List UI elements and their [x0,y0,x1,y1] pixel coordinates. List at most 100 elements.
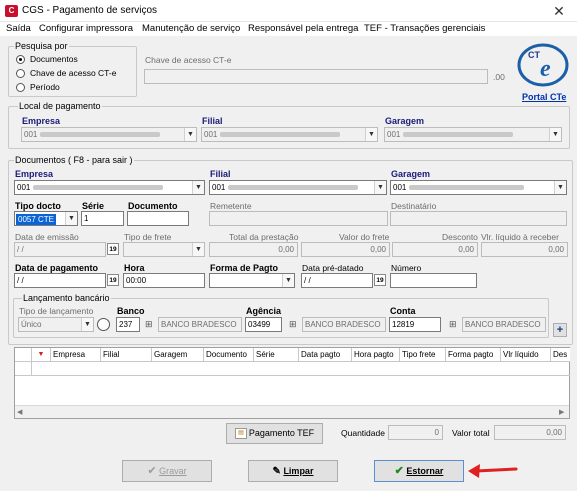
data-pagamento-label: Data de pagamento [15,263,99,273]
col-desconto[interactable]: Des [551,348,570,362]
numero-input[interactable] [390,273,477,288]
estornar-button[interactable]: ✔ Estornar [374,460,464,482]
tipo-lancamento-toggle[interactable] [97,318,110,331]
local-empresa-label: Empresa [22,116,61,126]
col-empresa[interactable]: Empresa [51,348,101,362]
chave-label: Chave de acesso CT-e [145,55,232,65]
limpar-eraser-icon: ✎ [272,466,281,477]
table-row[interactable] [32,362,570,376]
docs-garagem-select[interactable]: 001 ▼ [390,180,567,195]
radio-periodo[interactable] [16,83,25,92]
serie-input[interactable]: 1 [81,211,124,226]
liquido-value[interactable]: 0,00 [481,242,568,257]
limpar-label: Limpar [283,466,314,476]
estornar-check-icon: ✔ [394,465,404,477]
tipo-lancamento-label: Tipo de lançamento [19,306,94,316]
docs-filial-select[interactable]: 001 ▼ [209,180,387,195]
col-garagem[interactable]: Garagem [152,348,204,362]
local-garagem-select[interactable]: 001 ▼ [384,127,562,142]
chave-suffix: .00 [493,72,505,82]
col-hora-pagto[interactable]: Hora pagto [352,348,400,362]
conta-search-icon[interactable]: ⊞ [449,319,457,330]
col-forma-pagto[interactable]: Forma pagto [446,348,501,362]
emissao-input[interactable]: / / [14,242,106,257]
emissao-label: Data de emissão [15,232,79,242]
menu-bar: Saída Configurar impressora Manutenção d… [0,22,577,36]
hora-label: Hora [124,263,145,273]
pre-datado-calendar-icon[interactable]: 19 [374,274,386,286]
documento-label: Documento [128,201,178,211]
gravar-button[interactable]: ✔ Gravar [122,460,212,482]
chave-input[interactable] [144,69,488,84]
radio-chave-acesso[interactable] [16,69,25,78]
serie-label: Série [82,201,105,211]
svg-text:e: e [540,56,551,82]
local-empresa-select[interactable]: 001 ▼ [21,127,197,142]
docs-empresa-label: Empresa [15,169,54,179]
total-prestacao-label: Total da prestação [229,232,299,242]
desconto-value[interactable]: 0,00 [392,242,478,257]
col-documento[interactable]: Documento [204,348,254,362]
local-pagamento-legend: Local de pagamento [18,101,102,111]
grid-horizontal-scrollbar[interactable]: ◀ ▶ [15,405,569,418]
valor-frete-value[interactable]: 0,00 [301,242,390,257]
col-data-pagto[interactable]: Data pagto [299,348,352,362]
scroll-left-icon[interactable]: ◀ [17,408,22,416]
docs-garagem-label: Garagem [391,169,431,179]
remetente-label: Remetente [210,201,252,211]
agencia-label: Agência [246,306,282,316]
pesquisa-legend: Pesquisa por [14,41,69,51]
col-tipo-frete[interactable]: Tipo frete [400,348,446,362]
banco-code-input[interactable]: 237 [116,317,140,332]
conta-name: BANCO BRADESCO [462,317,546,332]
tipo-frete-label: Tipo de frete [124,232,172,242]
radio-documentos[interactable] [16,55,25,64]
portal-cte-link[interactable]: Portal CTe [522,92,566,102]
destinatario-input[interactable] [390,211,567,226]
tipo-docto-label: Tipo docto [15,201,61,211]
agencia-name: BANCO BRADESCO [302,317,386,332]
banco-search-icon[interactable]: ⊞ [145,319,153,330]
pagamento-calendar-icon[interactable]: 19 [107,274,119,286]
quantidade-label: Quantidade [341,428,385,438]
conta-code-input[interactable]: 12819 [389,317,441,332]
remetente-input[interactable] [209,211,388,226]
tipo-docto-value: 0057 CTE [16,214,57,225]
local-filial-select[interactable]: 001 ▼ [201,127,378,142]
forma-pagto-label: Forma de Pagto [210,263,279,273]
menu-item-responsavel-entrega[interactable]: Responsável pela entrega [248,22,358,35]
add-lancamento-button[interactable]: + [553,323,567,337]
scroll-right-icon[interactable]: ▶ [559,408,564,416]
grid-sort-icon[interactable]: ▼ [32,348,51,362]
pagamento-tef-button[interactable]: ▤ Pagamento TEF [226,423,323,444]
docs-empresa-select[interactable]: 001 ▼ [14,180,205,195]
app-icon: C [5,5,18,17]
documento-input[interactable] [127,211,189,226]
emissao-calendar-icon[interactable]: 19 [107,243,119,255]
limpar-button[interactable]: ✎ Limpar [248,460,338,482]
pre-datado-input[interactable]: / / [301,273,373,288]
menu-item-configurar-impressora[interactable]: Configurar impressora [39,22,133,35]
col-vlr-liquido[interactable]: Vlr líquido [501,348,551,362]
col-filial[interactable]: Filial [101,348,152,362]
title-bar: C CGS - Pagamento de serviços ✕ [0,0,577,22]
close-icon[interactable]: ✕ [548,2,570,20]
total-prestacao-value[interactable]: 0,00 [209,242,298,257]
documents-grid[interactable]: ▼ Empresa Filial Garagem Documento Série… [14,347,570,419]
estornar-label: Estornar [406,466,444,476]
menu-item-saida[interactable]: Saída [6,22,31,35]
menu-item-manutencao-servico[interactable]: Manutenção de serviço [142,22,240,35]
grid-indicator-header [15,348,32,362]
tipo-frete-select[interactable]: ▼ [123,242,205,257]
forma-pagto-select[interactable]: ▼ [209,273,295,288]
agencia-code-input[interactable]: 03499 [245,317,282,332]
hora-input[interactable]: 00:00 [123,273,205,288]
bancario-legend: Lançamento bancário [22,293,111,303]
data-pagamento-input[interactable]: / / [14,273,106,288]
menu-item-tef[interactable]: TEF - Transações gerenciais [364,22,485,35]
tipo-docto-select[interactable]: 0057 CTE ▼ [14,211,78,226]
agencia-search-icon[interactable]: ⊞ [289,319,297,330]
tipo-lancamento-select[interactable]: Único ▼ [18,317,94,332]
col-serie[interactable]: Série [254,348,299,362]
docs-filial-label: Filial [210,169,231,179]
